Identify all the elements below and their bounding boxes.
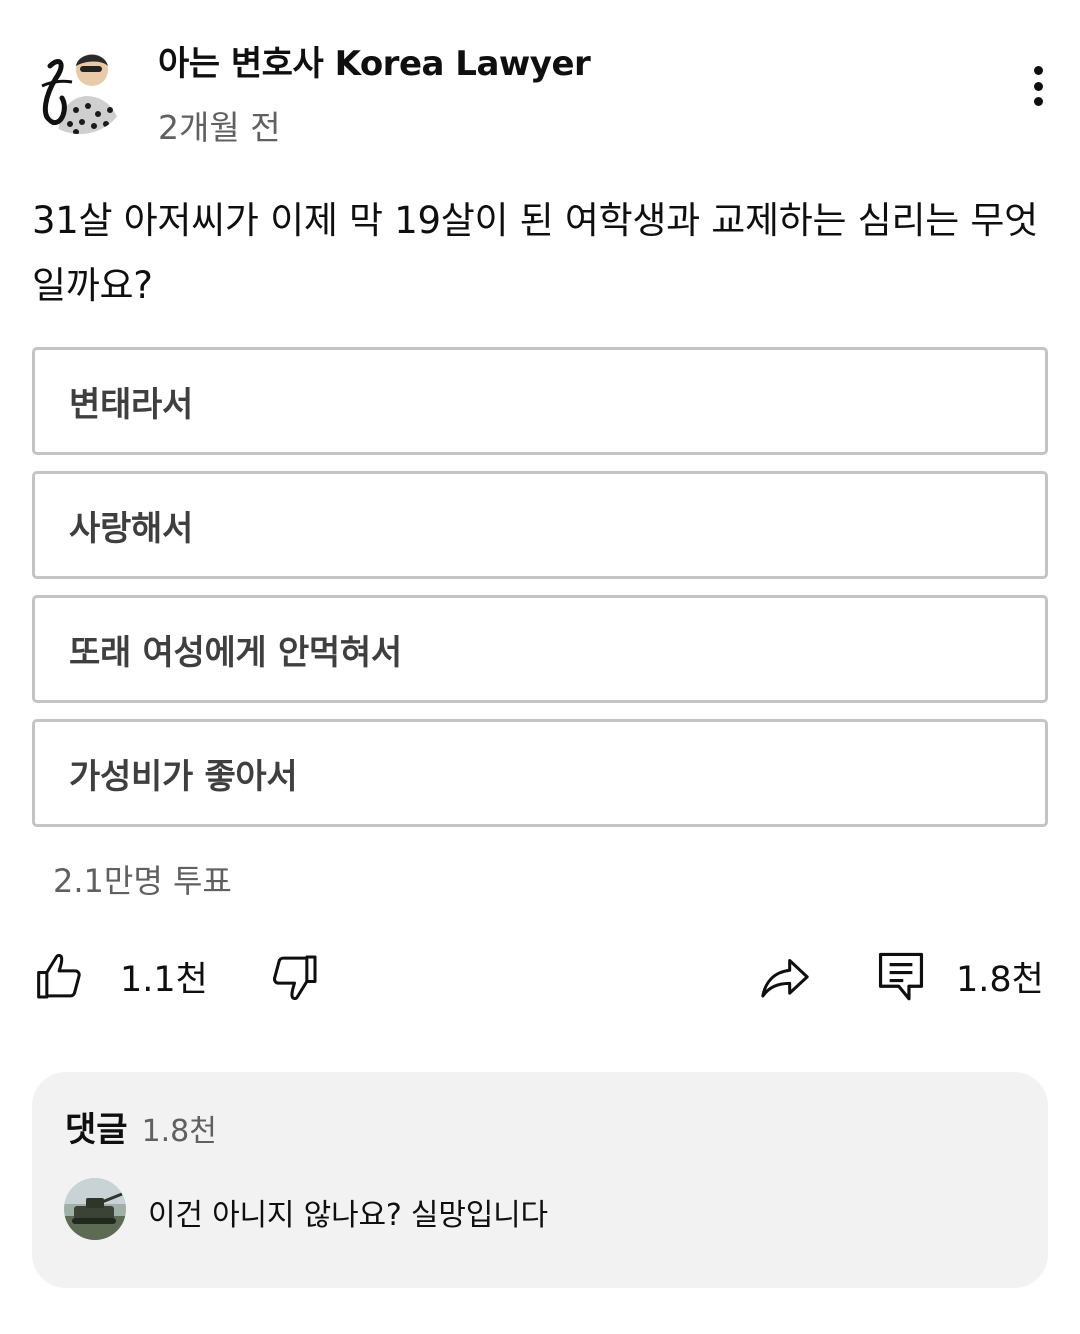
dislike-button[interactable] bbox=[266, 950, 322, 1006]
like-count: 1.1천 bbox=[120, 959, 208, 1000]
poll-option[interactable]: 변태라서 bbox=[32, 347, 1048, 455]
poll-options: 변태라서 사랑해서 또래 여성에게 안먹혀서 가성비가 좋아서 bbox=[32, 347, 1048, 843]
thumbs-down-icon bbox=[272, 955, 317, 1001]
comments-title: 댓글 bbox=[65, 1110, 128, 1150]
thumbs-up-icon bbox=[37, 953, 81, 999]
comment-button[interactable]: 1.8천 bbox=[876, 948, 1044, 1004]
community-post: 아는 변호사 Korea Lawyer 2개월 전 31살 아저씨가 이제 막 … bbox=[0, 0, 1080, 1334]
poll-question: 31살 아저씨가 이제 막 19살이 된 여학생과 교제하는 심리는 무엇일까요… bbox=[32, 199, 1038, 307]
comments-section[interactable]: 댓글 1.8천 이건 아니지 않나요? 실망입니다 bbox=[32, 1072, 1048, 1288]
poll-option[interactable]: 가성비가 좋아서 bbox=[32, 719, 1048, 827]
channel-name[interactable]: 아는 변호사 Korea Lawyer bbox=[158, 36, 591, 85]
channel-avatar[interactable] bbox=[32, 38, 128, 134]
vote-count: 2.1만명 투표 bbox=[53, 862, 232, 900]
share-icon bbox=[761, 958, 809, 998]
commenter-avatar-icon bbox=[64, 1178, 126, 1240]
more-vert-icon bbox=[1033, 66, 1043, 75]
post-time: 2개월 전 bbox=[158, 108, 281, 147]
poll-option[interactable]: 사랑해서 bbox=[32, 471, 1048, 579]
comments-header: 댓글 1.8천 bbox=[65, 1102, 217, 1151]
share-button[interactable] bbox=[756, 950, 814, 1006]
like-button[interactable]: 1.1천 bbox=[34, 948, 208, 1004]
top-comment-text: 이건 아니지 않나요? 실망입니다 bbox=[148, 1198, 548, 1233]
poll-option[interactable]: 또래 여성에게 안먹혀서 bbox=[32, 595, 1048, 703]
comments-count: 1.8천 bbox=[141, 1114, 217, 1149]
channel-avatar-icon bbox=[32, 38, 128, 134]
commenter-avatar[interactable] bbox=[64, 1178, 126, 1240]
more-options-button[interactable] bbox=[1018, 60, 1058, 112]
comment-icon bbox=[878, 952, 924, 1001]
comment-count: 1.8천 bbox=[956, 959, 1044, 1000]
